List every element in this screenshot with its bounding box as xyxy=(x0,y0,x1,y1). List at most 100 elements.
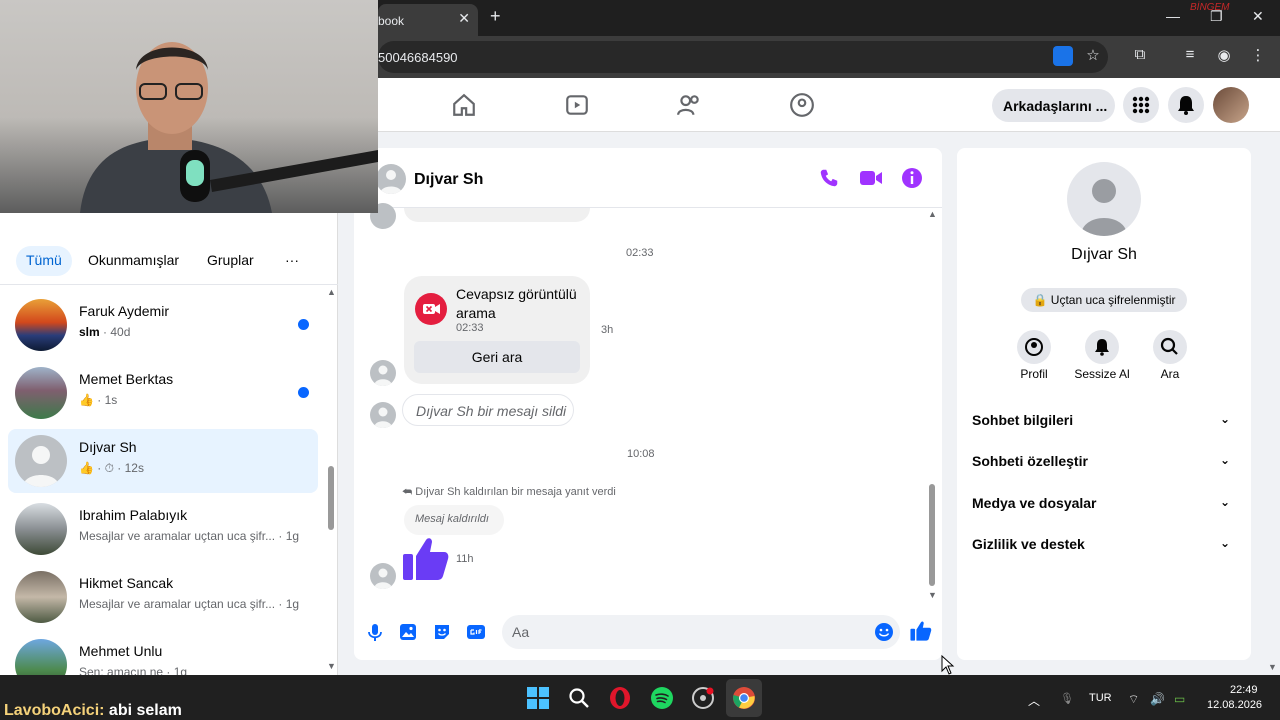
microphone-tray-icon[interactable]: 🎙 xyxy=(1060,692,1074,705)
chat-name: Hikmet Sancak xyxy=(79,575,174,591)
filter-more-button[interactable]: ··· xyxy=(275,246,309,276)
wifi-icon[interactable]: ⌔ xyxy=(1128,692,1139,707)
sticker-icon[interactable] xyxy=(432,622,452,642)
chat-item[interactable]: Memet Berktas 👍 · 1s xyxy=(8,361,318,425)
groups-icon[interactable] xyxy=(789,92,815,118)
voice-call-icon[interactable] xyxy=(818,167,840,189)
divider xyxy=(0,284,338,285)
clock-time[interactable]: 22:49 xyxy=(1230,684,1258,696)
new-tab-icon[interactable]: + xyxy=(490,6,501,27)
search-icon[interactable] xyxy=(567,686,591,710)
mouse-cursor-icon xyxy=(941,655,955,675)
tray-chevron-icon[interactable]: ︿ xyxy=(1028,692,1040,709)
reply-icon: ⮪ xyxy=(402,486,416,498)
clock-date[interactable]: 12.08.2026 xyxy=(1207,699,1262,711)
account-avatar[interactable] xyxy=(1213,87,1249,123)
section-privacy-support[interactable]: Gizlilik ve destek ⌄ xyxy=(972,536,1234,560)
default-avatar-icon xyxy=(1081,179,1127,236)
conv-scroll-up-icon[interactable]: ▲ xyxy=(928,209,937,219)
chat-item[interactable]: Dıjvar Sh 👍 · ⏱ · 12s xyxy=(8,429,318,493)
minimize-icon[interactable]: — xyxy=(1166,8,1180,24)
battery-icon[interactable]: ▭ xyxy=(1174,692,1185,706)
page-scroll-down-icon[interactable]: ▼ xyxy=(1268,662,1277,672)
tab-close-icon[interactable]: ✕ xyxy=(458,10,470,27)
install-app-icon[interactable] xyxy=(1053,46,1073,66)
video-call-icon[interactable] xyxy=(859,167,883,189)
media-icon[interactable]: ≡ xyxy=(1180,46,1200,66)
spotify-icon[interactable] xyxy=(650,686,674,710)
video-icon[interactable] xyxy=(564,92,590,118)
removed-message-bubble: Mesaj kaldırıldı xyxy=(404,505,504,535)
scroll-up-icon[interactable]: ▲ xyxy=(327,287,336,297)
language-indicator[interactable]: TUR xyxy=(1089,692,1112,704)
unread-dot xyxy=(298,319,309,330)
chrome-taskbar-button[interactable] xyxy=(726,679,762,717)
menu-grid-button[interactable] xyxy=(1123,87,1159,123)
friends-icon[interactable] xyxy=(676,92,702,118)
notifications-button[interactable] xyxy=(1168,87,1204,123)
chat-preview: 👍 · ⏱ · 12s xyxy=(79,461,144,475)
url-bar[interactable]: 50046684590 xyxy=(378,41,1108,73)
conversation-scrollbar[interactable] xyxy=(929,484,935,586)
menu-icon[interactable]: ⋮ xyxy=(1248,46,1268,66)
section-media-files[interactable]: Medya ve dosyalar ⌄ xyxy=(972,495,1234,519)
message-input[interactable]: Aa xyxy=(502,615,900,649)
encryption-badge[interactable]: 🔒 Uçtan uca şifrelenmiştir xyxy=(1021,288,1187,312)
like-thumb-icon[interactable] xyxy=(402,536,450,582)
emoji-icon[interactable] xyxy=(874,622,894,642)
chat-preview: 👍 · 1s xyxy=(79,393,118,407)
find-friends-button[interactable]: Arkadaşlarını ... xyxy=(992,89,1115,122)
filter-groups[interactable]: Gruplar xyxy=(197,246,264,276)
chat-item[interactable]: Ibrahim Palabıyık Mesajlar ve aramalar u… xyxy=(8,497,318,561)
message-input-placeholder: Aa xyxy=(512,624,530,640)
close-window-icon[interactable]: ✕ xyxy=(1252,8,1264,25)
avatar xyxy=(15,571,67,623)
profile-icon[interactable]: ◉ xyxy=(1214,46,1234,66)
send-like-icon[interactable] xyxy=(910,620,932,642)
section-customize-chat[interactable]: Sohbeti özelleştir ⌄ xyxy=(972,453,1234,477)
chat-item[interactable]: Mehmet Unlu Sen: amacın ne · 1g xyxy=(8,633,318,675)
conversation-title[interactable]: Dıjvar Sh xyxy=(414,171,483,189)
section-chat-info[interactable]: Sohbet bilgileri ⌄ xyxy=(972,412,1234,436)
sender-avatar xyxy=(370,402,396,428)
microphone-icon[interactable] xyxy=(365,622,385,642)
default-avatar-icon xyxy=(23,446,59,487)
call-back-button[interactable]: Geri ara xyxy=(414,341,580,373)
windows-start-icon[interactable] xyxy=(526,686,550,710)
chevron-down-icon: ⌄ xyxy=(1219,412,1230,426)
chat-item[interactable]: Faruk Aydemir slm · 40d xyxy=(8,293,318,357)
extensions-icon[interactable]: ⧉ xyxy=(1130,46,1150,66)
filter-unread[interactable]: Okunmamışlar xyxy=(78,246,189,276)
photo-icon[interactable] xyxy=(398,622,418,642)
bookmark-star-icon[interactable]: ☆ xyxy=(1083,46,1103,66)
default-avatar-icon xyxy=(374,365,392,386)
chevron-down-icon: ⌄ xyxy=(1219,495,1230,509)
opera-icon[interactable] xyxy=(608,686,632,710)
message-bubble[interactable] xyxy=(404,208,590,222)
info-contact-name: Dıjvar Sh xyxy=(1071,246,1137,263)
chat-preview: slm · 40d xyxy=(79,325,131,339)
contact-large-avatar[interactable] xyxy=(1067,162,1141,236)
mute-button[interactable] xyxy=(1085,330,1119,364)
search-button[interactable] xyxy=(1153,330,1187,364)
chat-item[interactable]: Hikmet Sancak Mesajlar ve aramalar uçtan… xyxy=(8,565,318,629)
scroll-down-icon[interactable]: ▼ xyxy=(327,661,336,671)
profile-button[interactable] xyxy=(1017,330,1051,364)
contact-avatar[interactable] xyxy=(376,164,406,194)
info-icon[interactable] xyxy=(900,166,924,190)
url-text: 50046684590 xyxy=(378,50,458,65)
app-icon[interactable] xyxy=(691,686,715,710)
conv-scroll-down-icon[interactable]: ▼ xyxy=(928,590,937,600)
gif-icon[interactable] xyxy=(466,622,486,642)
sender-avatar xyxy=(370,360,396,386)
chat-name: Memet Berktas xyxy=(79,371,174,387)
filter-all[interactable]: Tümü xyxy=(16,246,72,276)
chat-list-scrollbar[interactable] xyxy=(328,466,334,530)
sender-avatar xyxy=(370,563,396,589)
browser-tab[interactable]: book ✕ xyxy=(378,4,478,36)
stream-chat-user: LavoboAcici: xyxy=(4,702,105,719)
default-avatar-icon xyxy=(374,407,392,428)
home-icon[interactable] xyxy=(451,92,477,118)
search-label: Ara xyxy=(1160,367,1180,381)
volume-icon[interactable]: 🔊 xyxy=(1150,692,1165,706)
